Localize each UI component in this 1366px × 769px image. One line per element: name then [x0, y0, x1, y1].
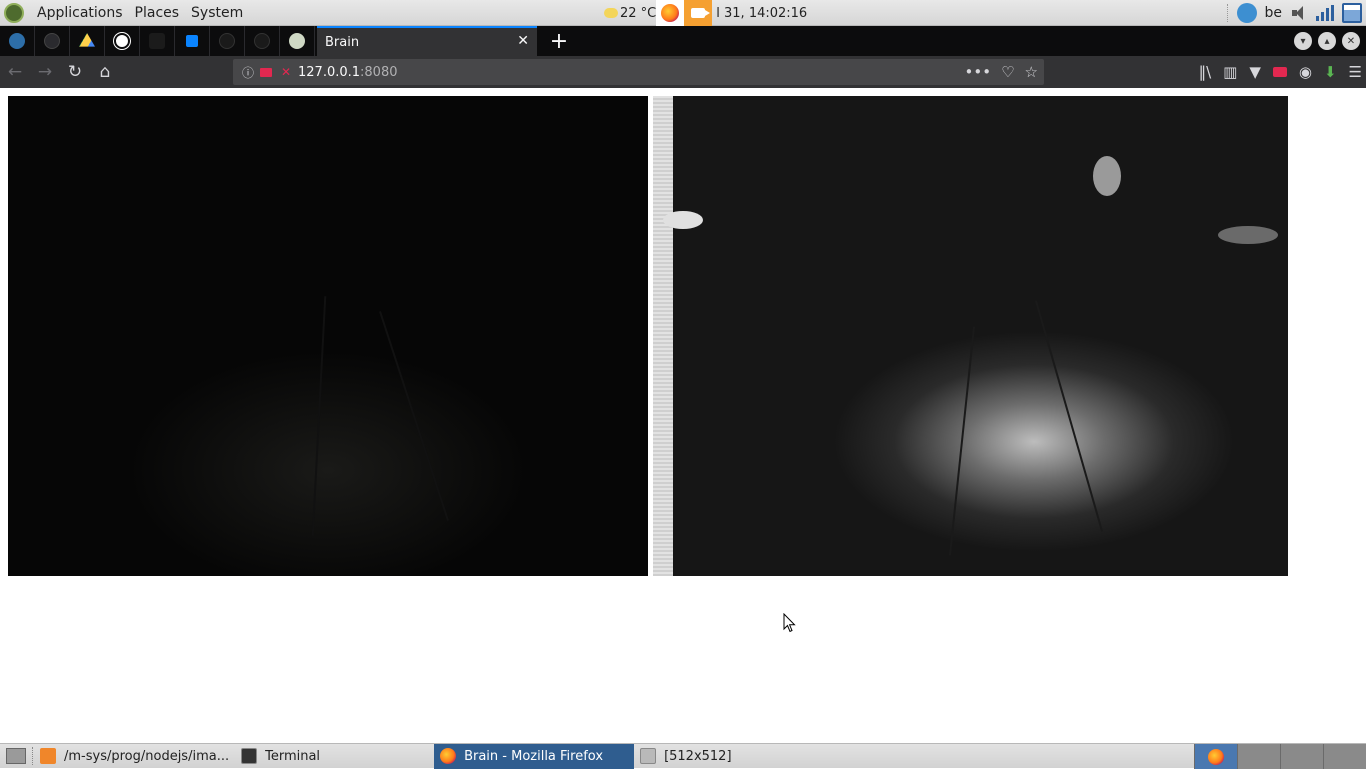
extension-mask-icon[interactable]: ◉: [1299, 63, 1312, 81]
clipboard-icon[interactable]: [1342, 3, 1362, 23]
forward-button[interactable]: →: [30, 57, 60, 87]
weather-icon[interactable]: [604, 8, 618, 18]
back-button[interactable]: ←: [0, 57, 30, 87]
pinned-tab[interactable]: [210, 26, 245, 56]
library-icon[interactable]: ‖\: [1199, 63, 1212, 81]
toolbar-right: ‖\ ▥ ▼ ◉ ⬇ ☰: [1199, 56, 1362, 88]
taskbar-item-folder[interactable]: [512x512]: [634, 744, 737, 769]
info-icon[interactable]: ⓘ: [241, 65, 255, 79]
camera-icon: [691, 8, 705, 18]
processed-frame-edge: [653, 96, 673, 576]
menu-applications[interactable]: Applications: [32, 5, 128, 21]
pinned-tab[interactable]: [35, 26, 70, 56]
taskbar-item-label: [512x512]: [664, 749, 731, 764]
camera-permission-icon[interactable]: [260, 68, 272, 77]
pinned-tab[interactable]: [0, 26, 35, 56]
maximize-button[interactable]: ▴: [1318, 32, 1336, 50]
pinned-tab[interactable]: [245, 26, 280, 56]
menu-icon[interactable]: ☰: [1349, 63, 1362, 81]
clock[interactable]: l 31, 14:02:16: [716, 6, 807, 21]
extension-red-icon[interactable]: [1273, 67, 1287, 77]
camera-tray-icon[interactable]: [684, 0, 712, 27]
pinned-tab[interactable]: [175, 26, 210, 56]
pocket-icon: [186, 35, 198, 47]
workspace-2[interactable]: [1237, 744, 1280, 769]
system-tray: be: [1227, 0, 1366, 26]
globe-icon: [114, 33, 130, 49]
mint-logo-icon[interactable]: [4, 3, 24, 23]
system-panel: Applications Places System 22 °C l 31, 1…: [0, 0, 1366, 26]
window-controls: ▾ ▴ ✕: [1294, 32, 1360, 50]
minimize-button[interactable]: ▾: [1294, 32, 1312, 50]
insecure-lock-icon[interactable]: ✕: [279, 65, 293, 79]
sidebar-icon[interactable]: ▥: [1223, 63, 1237, 81]
menu-places[interactable]: Places: [130, 5, 185, 21]
taskbar-item-sublime[interactable]: /m-sys/prog/nodejs/ima...: [34, 744, 235, 769]
panel-center: 22 °C l 31, 14:02:16: [604, 0, 807, 26]
firefox-icon: [661, 4, 679, 22]
sublime-icon: [40, 748, 56, 764]
terminal-icon: [241, 748, 257, 764]
reload-button[interactable]: ↻: [60, 57, 90, 87]
processed-camera-frame: [653, 96, 1288, 576]
infinity-icon: [289, 33, 305, 49]
taskbar-item-label: Brain - Mozilla Firefox: [464, 749, 603, 764]
vpn-icon[interactable]: ▼: [1249, 63, 1261, 81]
pinned-tab[interactable]: [280, 26, 315, 56]
raw-camera-frame: [8, 96, 648, 576]
tab-brain[interactable]: Brain ✕: [317, 26, 537, 56]
volume-icon[interactable]: [1290, 5, 1308, 21]
menu-system[interactable]: System: [186, 5, 248, 21]
close-icon[interactable]: ✕: [517, 33, 529, 49]
taskbar-item-label: Terminal: [265, 749, 320, 764]
tab-title: Brain: [325, 35, 359, 50]
edge-icon: [9, 33, 25, 49]
loading-icon: [44, 33, 60, 49]
url-actions: ••• ♡ ☆: [965, 59, 1038, 85]
browser-nav-bar: ← → ↻ ⌂ ⓘ ✕ 127.0.0.1:8080 ••• ♡ ☆ ‖\ ▥ …: [0, 56, 1366, 88]
pinned-tab[interactable]: [105, 26, 140, 56]
taskbar-item-terminal[interactable]: Terminal: [235, 744, 326, 769]
url-host: 127.0.0.1: [298, 65, 360, 80]
system-menu-bar: Applications Places System: [0, 3, 248, 23]
new-tab-button[interactable]: +: [547, 29, 571, 54]
show-desktop-button[interactable]: [0, 744, 32, 769]
keyboard-layout[interactable]: be: [1265, 5, 1283, 21]
home-button[interactable]: ⌂: [90, 57, 120, 87]
firefox-icon: [440, 748, 456, 764]
desktop-icon: [6, 748, 26, 764]
pinned-tab[interactable]: [70, 26, 105, 56]
network-icon[interactable]: [1316, 5, 1334, 21]
page-content: [0, 88, 1366, 743]
page-actions-icon[interactable]: •••: [965, 63, 992, 81]
workspace-switcher: [1194, 744, 1366, 769]
pocket-save-icon[interactable]: ♡: [1001, 63, 1014, 81]
folder-icon: [640, 748, 656, 764]
download-icon[interactable]: ⬇: [1324, 63, 1337, 81]
loading-icon: [254, 33, 270, 49]
close-window-button[interactable]: ✕: [1342, 32, 1360, 50]
firefox-icon: [1208, 749, 1224, 765]
bookmark-star-icon[interactable]: ☆: [1025, 63, 1038, 81]
workspace-4[interactable]: [1323, 744, 1366, 769]
taskbar: /m-sys/prog/nodejs/ima... Terminal Brain…: [0, 743, 1366, 768]
taskbar-item-firefox[interactable]: Brain - Mozilla Firefox: [434, 744, 634, 769]
firefox-tray-icon[interactable]: [656, 0, 684, 27]
url-port: :8080: [360, 65, 397, 80]
dark-site-icon: [149, 33, 165, 49]
url-bar[interactable]: ⓘ ✕ 127.0.0.1:8080 ••• ♡ ☆: [233, 59, 1044, 85]
workspace-3[interactable]: [1280, 744, 1323, 769]
update-globe-icon[interactable]: [1237, 3, 1257, 23]
taskbar-item-label: /m-sys/prog/nodejs/ima...: [64, 749, 229, 764]
weather-temperature[interactable]: 22 °C: [620, 6, 656, 21]
workspace-1[interactable]: [1194, 744, 1237, 769]
browser-tab-bar: Brain ✕ + ▾ ▴ ✕: [0, 26, 1366, 56]
pinned-tab[interactable]: [140, 26, 175, 56]
tray-separator: [1227, 4, 1229, 22]
drive-icon: [79, 33, 95, 49]
loading-icon: [219, 33, 235, 49]
